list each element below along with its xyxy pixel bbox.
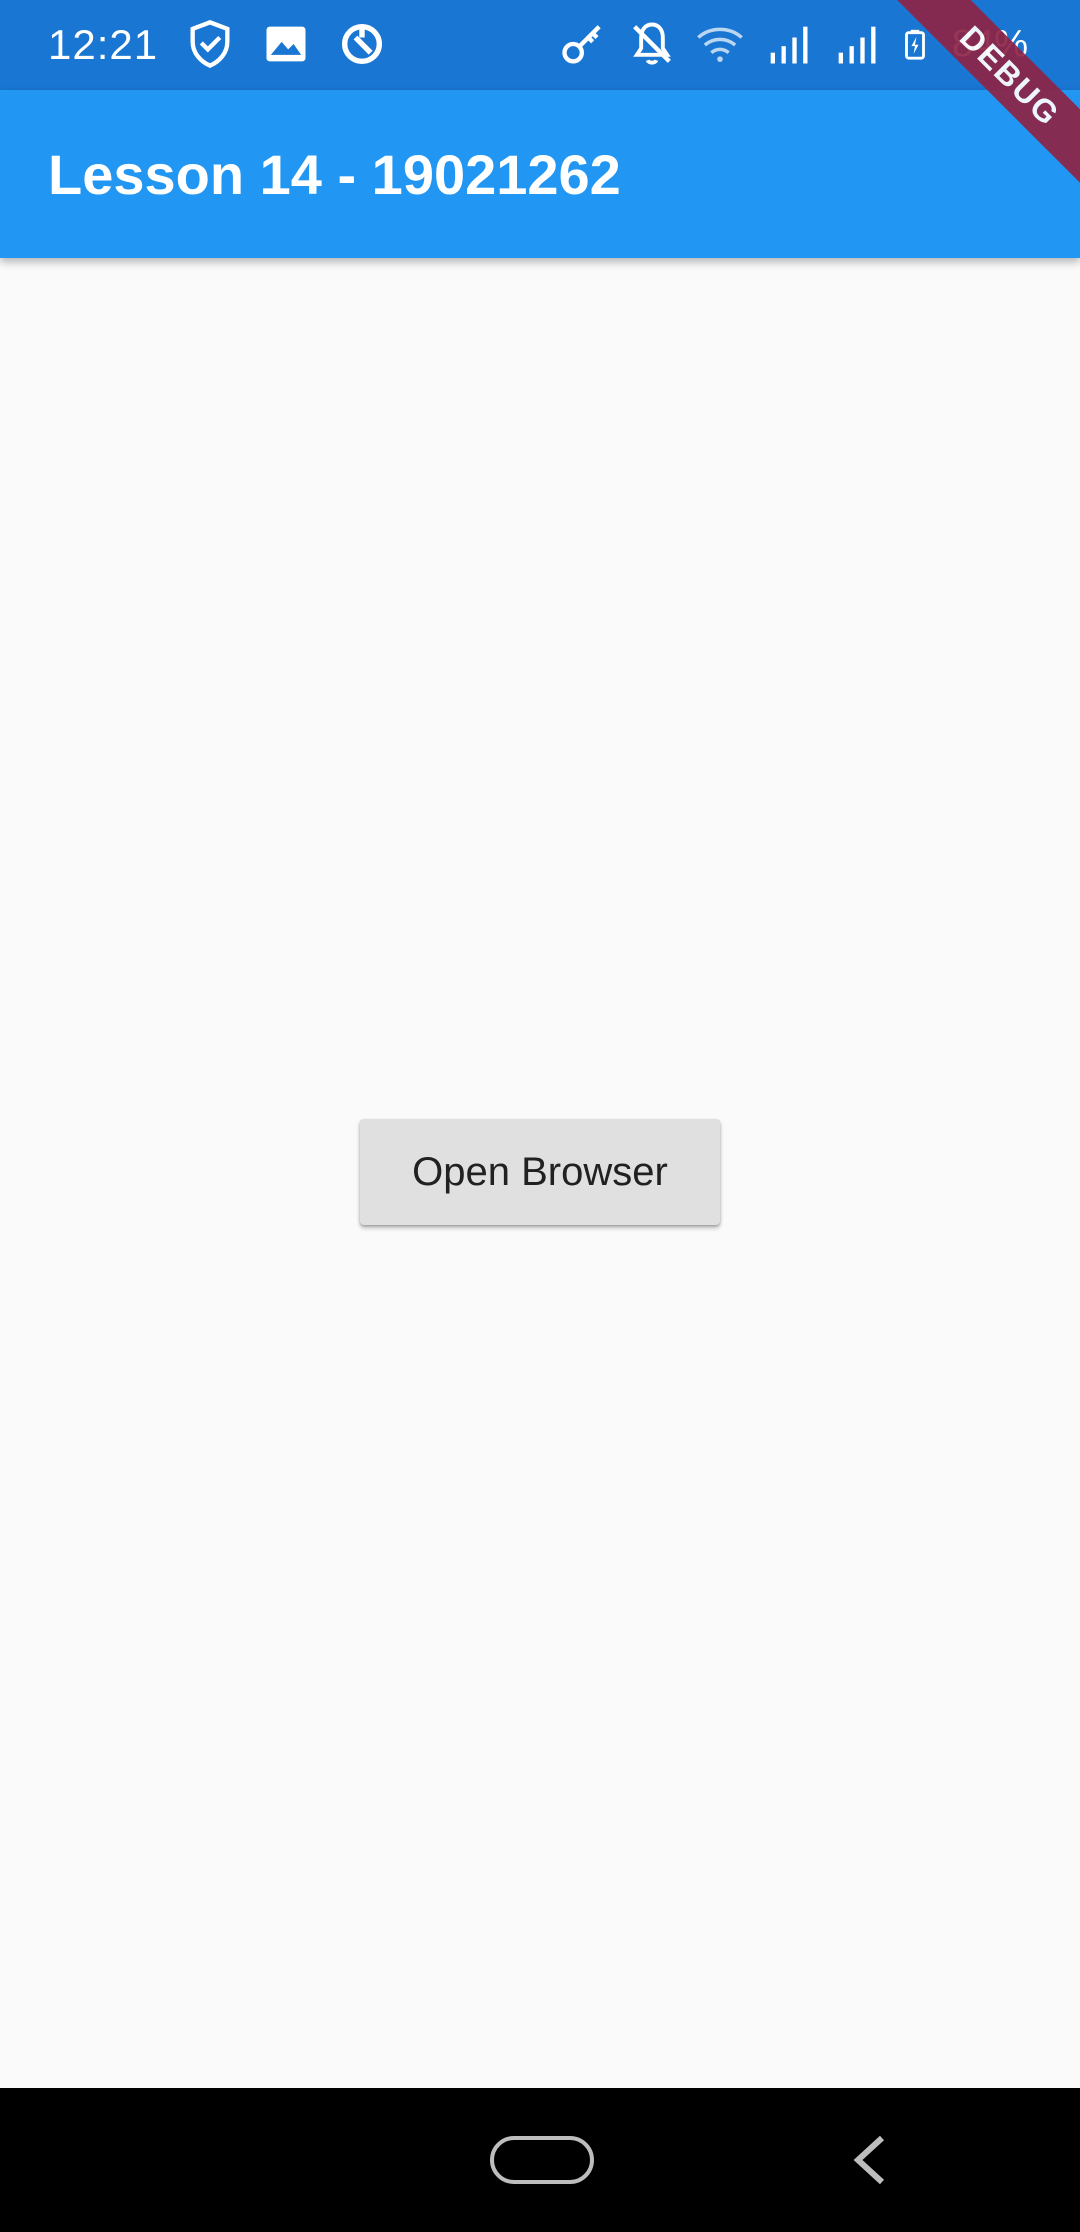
status-left-icons [184, 18, 388, 70]
shield-check-icon [190, 20, 230, 69]
navigation-bar [0, 2088, 1080, 2232]
wifi-icon [697, 27, 743, 62]
sync-icon [341, 23, 383, 65]
home-pill-icon[interactable] [490, 2136, 594, 2184]
app-title: Lesson 14 - 19021262 [48, 143, 621, 206]
vpn-key-icon [562, 25, 601, 64]
status-time: 12:21 [48, 21, 159, 68]
back-icon[interactable] [850, 2134, 890, 2186]
screen: 12:21 DEBUG Lesson 14 - 19021262 Open Br… [0, 0, 1080, 2232]
notifications-off-icon [633, 22, 671, 65]
open-browser-button[interactable]: Open Browser [360, 1119, 720, 1225]
image-icon [266, 26, 306, 62]
main-content: Open Browser [0, 258, 1080, 2088]
app-bar: Lesson 14 - 19021262 [0, 90, 1080, 258]
signal-icon [770, 26, 808, 64]
signal-icon [838, 26, 876, 64]
